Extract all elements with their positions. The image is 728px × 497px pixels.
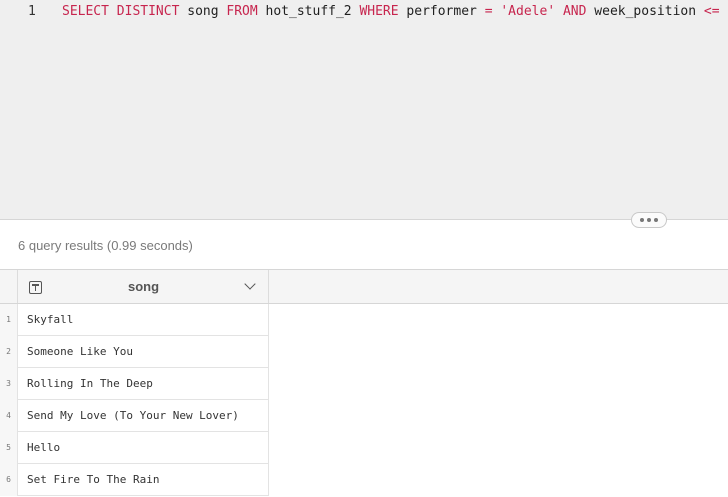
- song-cell[interactable]: Skyfall: [18, 304, 269, 336]
- operator-lte: <=: [703, 4, 720, 19]
- sql-query[interactable]: SELECT DISTINCT song FROM hot_stuff_2 WH…: [62, 2, 728, 21]
- keyword-and: AND: [562, 4, 587, 19]
- identifier-table: hot_stuff_2: [265, 4, 352, 19]
- table-row: 6 Set Fire To The Rain: [0, 464, 728, 496]
- table-row: 3 Rolling In The Deep: [0, 368, 728, 400]
- row-number: 5: [0, 432, 18, 464]
- sql-editor[interactable]: 1 SELECT DISTINCT song FROM hot_stuff_2 …: [0, 0, 728, 220]
- results-grid: song 1 Skyfall 2 Someone Like You 3 Roll…: [0, 269, 728, 497]
- identifier-column: song: [187, 4, 219, 19]
- column-header-song[interactable]: song: [18, 270, 269, 303]
- table-row: 2 Someone Like You: [0, 336, 728, 368]
- row-number: 6: [0, 464, 18, 496]
- string-literal: 'Adele': [500, 4, 556, 19]
- table-row: 5 Hello: [0, 432, 728, 464]
- results-header: song: [0, 270, 728, 304]
- song-cell[interactable]: Someone Like You: [18, 336, 269, 368]
- row-number: 1: [0, 304, 18, 336]
- song-cell[interactable]: Set Fire To The Rain: [18, 464, 269, 496]
- resize-handle[interactable]: [631, 212, 667, 228]
- song-cell[interactable]: Send My Love (To Your New Lover): [18, 400, 269, 432]
- row-number: 4: [0, 400, 18, 432]
- results-rows: 1 Skyfall 2 Someone Like You 3 Rolling I…: [0, 304, 728, 496]
- query-results-status: 6 query results (0.99 seconds): [18, 238, 193, 253]
- table-row: 4 Send My Love (To Your New Lover): [0, 400, 728, 432]
- table-row: 1 Skyfall: [0, 304, 728, 336]
- row-number: 3: [0, 368, 18, 400]
- more-dots-icon: [640, 218, 644, 222]
- song-cell[interactable]: Hello: [18, 432, 269, 464]
- song-cell[interactable]: Rolling In The Deep: [18, 368, 269, 400]
- more-dots-icon: [654, 218, 658, 222]
- keyword-from: FROM: [226, 4, 258, 19]
- column-title: song: [127, 279, 160, 294]
- keyword-select: SELECT: [62, 4, 109, 19]
- keyword-distinct: DISTINCT: [116, 4, 180, 19]
- line-number: 1: [28, 4, 36, 19]
- more-dots-icon: [647, 218, 651, 222]
- identifier-week-position: week_position: [594, 4, 697, 19]
- identifier-performer: performer: [406, 4, 477, 19]
- code-line[interactable]: 1 SELECT DISTINCT song FROM hot_stuff_2 …: [0, 2, 728, 21]
- operator-equals: =: [484, 4, 493, 19]
- keyword-where: WHERE: [359, 4, 399, 19]
- grid-corner: [0, 270, 18, 303]
- row-number: 2: [0, 336, 18, 368]
